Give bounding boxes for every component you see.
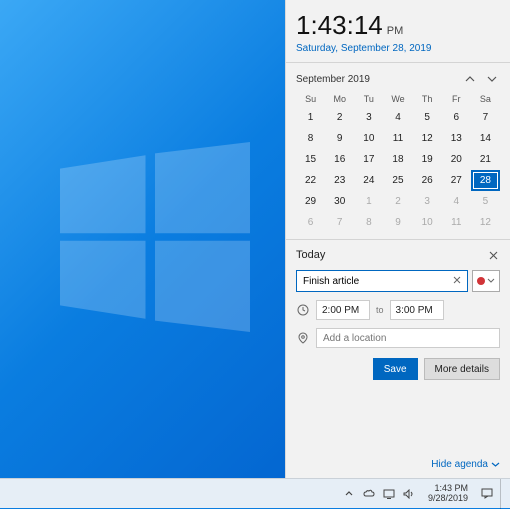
more-details-button[interactable]: More details [424, 358, 500, 380]
location-row [296, 328, 500, 348]
calendar-day[interactable]: 5 [471, 191, 500, 212]
network-icon[interactable] [382, 487, 396, 501]
location-icon [296, 332, 310, 344]
calendar-day[interactable]: 1 [354, 191, 383, 212]
calendar-day[interactable]: 3 [354, 107, 383, 128]
calendar-day[interactable]: 24 [354, 170, 383, 191]
calendar-dow-header: Su [296, 91, 325, 107]
calendar-dow-header: We [383, 91, 412, 107]
volume-icon[interactable] [402, 487, 416, 501]
calendar-day[interactable]: 20 [442, 149, 471, 170]
clear-input-button[interactable] [450, 273, 464, 287]
calendar-day[interactable]: 10 [413, 212, 442, 233]
calendar-grid: SuMoTuWeThFrSa12345678910111213141516171… [296, 91, 500, 233]
calendar-day[interactable]: 6 [296, 212, 325, 233]
calendar-day[interactable]: 2 [383, 191, 412, 212]
end-time-picker[interactable]: 3:00 PM [390, 300, 444, 320]
clock-date-link[interactable]: Saturday, September 28, 2019 [296, 43, 500, 54]
color-dot-icon [477, 277, 485, 285]
clock-ampm: PM [387, 25, 404, 37]
calendar-day[interactable]: 30 [325, 191, 354, 212]
calendar-day[interactable]: 16 [325, 149, 354, 170]
onedrive-icon[interactable] [362, 487, 376, 501]
time-range-row: 2:00 PM to 3:00 PM [296, 300, 500, 320]
calendar-day[interactable]: 22 [296, 170, 325, 191]
calendar-day[interactable]: 27 [442, 170, 471, 191]
agenda-heading: Today [296, 249, 325, 261]
calendar-month-title[interactable]: September 2019 [296, 74, 370, 85]
calendar-day[interactable]: 7 [471, 107, 500, 128]
calendar-next-button[interactable] [484, 71, 500, 87]
chevron-down-icon [487, 277, 495, 285]
calendar-day[interactable]: 7 [325, 212, 354, 233]
calendar-day[interactable]: 14 [471, 128, 500, 149]
calendar-day[interactable]: 19 [413, 149, 442, 170]
action-center-icon[interactable] [480, 487, 494, 501]
calendar-day[interactable]: 23 [325, 170, 354, 191]
calendar-day[interactable]: 21 [471, 149, 500, 170]
clock-calendar-flyout: 1:43:14 PM Saturday, September 28, 2019 … [285, 0, 510, 478]
hide-agenda-link[interactable]: Hide agenda [431, 459, 488, 470]
calendar-dow-header: Tu [354, 91, 383, 107]
calendar-day[interactable]: 8 [296, 128, 325, 149]
calendar-section: September 2019 SuMoTuWeThFrSa12345678910… [286, 63, 510, 239]
calendar-day[interactable]: 8 [354, 212, 383, 233]
calendar-day[interactable]: 25 [383, 170, 412, 191]
location-input[interactable] [316, 328, 500, 348]
calendar-dow-header: Sa [471, 91, 500, 107]
calendar-day[interactable]: 6 [442, 107, 471, 128]
calendar-dow-header: Fr [442, 91, 471, 107]
clock-time: 1:43:14 [296, 10, 383, 41]
calendar-day[interactable]: 18 [383, 149, 412, 170]
calendar-day[interactable]: 2 [325, 107, 354, 128]
calendar-day[interactable]: 1 [296, 107, 325, 128]
agenda-close-button[interactable] [486, 248, 500, 262]
chevron-down-icon [491, 460, 500, 469]
tray-overflow-icon[interactable] [342, 487, 356, 501]
taskbar-date: 9/28/2019 [428, 494, 468, 503]
calendar-day[interactable]: 13 [442, 128, 471, 149]
calendar-day[interactable]: 29 [296, 191, 325, 212]
calendar-day[interactable]: 4 [442, 191, 471, 212]
calendar-day[interactable]: 12 [471, 212, 500, 233]
calendar-day[interactable]: 3 [413, 191, 442, 212]
event-title-input[interactable] [296, 270, 468, 292]
clock-section: 1:43:14 PM Saturday, September 28, 2019 [286, 0, 510, 62]
calendar-day[interactable]: 17 [354, 149, 383, 170]
calendar-day[interactable]: 11 [442, 212, 471, 233]
calendar-day[interactable]: 9 [383, 212, 412, 233]
calendar-day[interactable]: 10 [354, 128, 383, 149]
show-desktop-button[interactable] [500, 479, 506, 509]
calendar-day[interactable]: 9 [325, 128, 354, 149]
calendar-day-today[interactable]: 28 [471, 170, 500, 191]
clock-icon [296, 304, 310, 316]
save-button[interactable]: Save [373, 358, 418, 380]
calendar-dow-header: Mo [325, 91, 354, 107]
calendar-day[interactable]: 12 [413, 128, 442, 149]
agenda-section: Today 2:00 PM to 3:00 PM Save More [286, 240, 510, 478]
start-time-picker[interactable]: 2:00 PM [316, 300, 370, 320]
taskbar: 1:43 PM 9/28/2019 [0, 478, 510, 508]
calendar-prev-button[interactable] [462, 71, 478, 87]
calendar-day[interactable]: 15 [296, 149, 325, 170]
calendar-day[interactable]: 11 [383, 128, 412, 149]
system-tray: 1:43 PM 9/28/2019 [342, 479, 506, 509]
taskbar-clock[interactable]: 1:43 PM 9/28/2019 [422, 484, 474, 503]
time-to-label: to [376, 305, 384, 315]
calendar-day[interactable]: 4 [383, 107, 412, 128]
calendar-day[interactable]: 5 [413, 107, 442, 128]
calendar-color-picker[interactable] [472, 270, 500, 292]
windows-logo [60, 142, 250, 337]
calendar-day[interactable]: 26 [413, 170, 442, 191]
calendar-dow-header: Th [413, 91, 442, 107]
